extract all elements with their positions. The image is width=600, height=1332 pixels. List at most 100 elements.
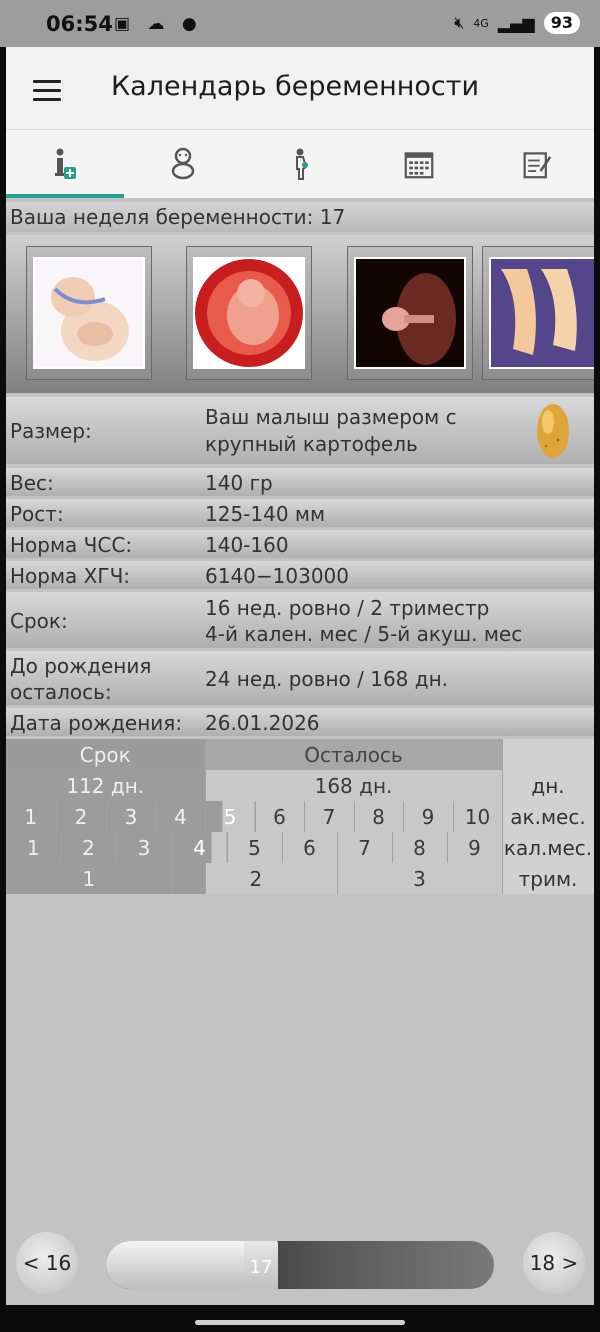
- remaining-row: До рождения осталось: 24 нед. ровно / 16…: [6, 651, 594, 705]
- signal-icon: ▂▄▆: [497, 13, 535, 33]
- cal-month-cell: 6: [282, 832, 338, 863]
- birth-date-row: Дата рождения: 26.01.2026: [6, 708, 594, 736]
- fetus-photo-image: [354, 257, 466, 369]
- prev-week-button[interactable]: < 16: [16, 1232, 78, 1294]
- page-title: Календарь беременности: [111, 71, 480, 102]
- fetus-feet-image: [489, 257, 594, 369]
- gallery-image[interactable]: [26, 246, 152, 380]
- network-type: 4G: [473, 16, 489, 30]
- obst-month-cell: 7: [304, 801, 355, 832]
- tab-info[interactable]: [6, 130, 124, 198]
- notification-icons: ▣ ☁ ●: [114, 14, 203, 34]
- tab-mother[interactable]: [242, 130, 360, 198]
- size-row: Размер: Ваш малыш размером с крупный кар…: [6, 397, 594, 464]
- days-unit: дн.: [502, 770, 594, 801]
- obstetric-months-table: 1 2 3 4 5 6 7 8 9 10 ак.мес.: [6, 801, 594, 832]
- trimester-cell: 3: [337, 863, 503, 894]
- cal-month-cell: 2: [61, 832, 117, 863]
- heart-rate-value: 140-160: [205, 533, 289, 557]
- cal-month-current: 4: [172, 832, 228, 863]
- week-slider[interactable]: 17: [106, 1241, 494, 1289]
- tab-calendar[interactable]: [360, 130, 478, 198]
- gallery-image[interactable]: [186, 246, 312, 380]
- trimester-cell: 1: [6, 863, 173, 894]
- status-indicators: 🔇︎ 4G ▂▄▆ 93: [454, 12, 580, 34]
- obst-month-cell: 4: [156, 801, 206, 832]
- height-row: Рост: 125-140 мм: [6, 499, 594, 527]
- remaining-value: 24 нед. ровно / 168 дн.: [205, 667, 449, 691]
- hcg-row: Норма ХГЧ: 6140−103000: [6, 561, 594, 589]
- week-navigation: < 16 17 18 >: [6, 1232, 594, 1302]
- obst-month-cell: 9: [403, 801, 454, 832]
- remaining-label-line1: До рождения: [10, 654, 152, 678]
- hcg-label: Норма ХГЧ:: [10, 564, 131, 588]
- size-value-line1: Ваш малыш размером с: [205, 405, 457, 429]
- cal-month-unit: кал.мес.: [502, 832, 594, 863]
- trimester-current: 2: [205, 863, 338, 894]
- elapsed-header: Срок: [6, 739, 206, 770]
- cal-month-cell: 5: [227, 832, 283, 863]
- mute-icon: 🔇︎: [454, 13, 465, 32]
- notes-edit-icon: [523, 152, 552, 179]
- menu-icon[interactable]: [33, 80, 61, 101]
- term-label: Срок:: [10, 609, 68, 633]
- days-remaining: 168 дн.: [205, 770, 503, 801]
- obst-month-cell: 6: [255, 801, 305, 832]
- app-window: Календарь беременности Ваша неделя берем…: [6, 47, 594, 1305]
- obst-month-cell: 1: [6, 801, 57, 832]
- remaining-label-line2: осталось:: [10, 680, 112, 704]
- image-gallery[interactable]: [6, 235, 594, 393]
- app-bar: Календарь беременности: [6, 47, 594, 129]
- gallery-image[interactable]: [482, 246, 594, 380]
- birth-date-value: 26.01.2026: [205, 711, 320, 735]
- fetus-illustration-image: [33, 257, 145, 369]
- slider-thumb[interactable]: 17: [244, 1241, 278, 1289]
- tab-bar: [6, 129, 594, 198]
- next-week-button[interactable]: 18 >: [523, 1232, 585, 1294]
- heart-rate-label: Норма ЧСС:: [10, 533, 133, 557]
- status-time: 06:54: [46, 12, 113, 36]
- obst-month-unit: ак.мес.: [502, 801, 594, 832]
- height-label: Рост:: [10, 502, 64, 526]
- current-week-label: Ваша неделя беременности: 17: [6, 202, 594, 232]
- weight-label: Вес:: [10, 471, 54, 495]
- status-bar: 06:54 ▣ ☁ ● 🔇︎ 4G ▂▄▆ 93: [0, 0, 600, 47]
- trimesters-table: 1 2 3 трим.: [6, 863, 594, 894]
- hcg-value: 6140−103000: [205, 564, 350, 588]
- weight-value: 140 гр: [205, 471, 273, 495]
- cal-month-cell: 7: [337, 832, 393, 863]
- heart-rate-row: Норма ЧСС: 140-160: [6, 530, 594, 558]
- cal-month-cell: 9: [447, 832, 503, 863]
- battery-badge: 93: [543, 12, 580, 34]
- header-spacer: [502, 739, 594, 770]
- obst-month-cell: 10: [453, 801, 503, 832]
- potato-icon: [537, 404, 569, 458]
- pregnant-woman-icon: [296, 148, 308, 180]
- obst-month-cell: 8: [354, 801, 404, 832]
- term-row: Срок: 16 нед. ровно / 2 триместр 4-й кал…: [6, 592, 594, 648]
- cal-month-cell: 8: [392, 832, 448, 863]
- days-elapsed: 112 дн.: [6, 770, 206, 801]
- obst-month-cell: 3: [106, 801, 157, 832]
- baby-icon: [171, 147, 195, 180]
- tab-baby[interactable]: [124, 130, 242, 198]
- info-icon: [55, 148, 76, 179]
- obst-month-current: 5: [205, 801, 256, 832]
- height-value: 125-140 мм: [205, 502, 326, 526]
- birth-date-label: Дата рождения:: [10, 711, 183, 735]
- slider-fill: [106, 1241, 261, 1289]
- obst-month-cell: 2: [56, 801, 107, 832]
- trimester-elapsed-part: [172, 863, 206, 894]
- calendar-months-table: 1 2 3 4 5 6 7 8 9 кал.мес.: [6, 832, 594, 863]
- progress-header-table: Срок Осталось 112 дн. 168 дн. дн.: [6, 739, 594, 801]
- gesture-bar: [195, 1320, 405, 1325]
- cal-month-cell: 3: [116, 832, 173, 863]
- cal-month-cell: 1: [6, 832, 62, 863]
- size-label: Размер:: [10, 419, 92, 443]
- size-value-line2: крупный картофель: [205, 432, 418, 456]
- term-value-line2: 4-й кален. мес / 5-й акуш. мес: [205, 622, 523, 646]
- active-tab-indicator: [6, 194, 124, 198]
- gallery-image[interactable]: [347, 246, 473, 380]
- tab-notes[interactable]: [478, 130, 594, 198]
- remaining-header: Осталось: [205, 739, 503, 770]
